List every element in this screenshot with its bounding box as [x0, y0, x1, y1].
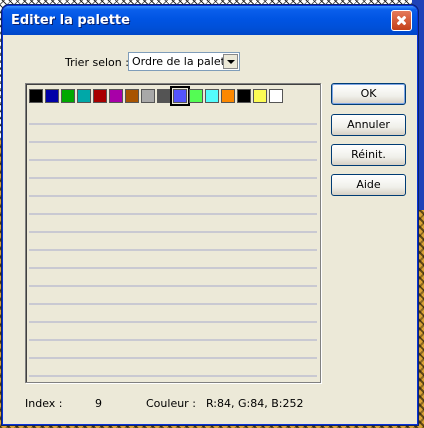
help-button[interactable]: Aide [331, 174, 406, 196]
palette-swatch[interactable] [45, 89, 59, 103]
palette-swatch[interactable] [93, 89, 107, 103]
palette-swatch[interactable] [29, 89, 43, 103]
palette-swatch[interactable] [61, 89, 75, 103]
close-button[interactable] [391, 10, 412, 31]
cancel-button[interactable]: Annuler [331, 114, 406, 136]
palette-swatch[interactable] [170, 86, 190, 106]
ok-button[interactable]: OK [331, 83, 406, 105]
dialog-title: Editer la palette [11, 13, 130, 28]
palette-swatch[interactable] [77, 89, 91, 103]
chevron-down-icon[interactable] [223, 54, 238, 69]
palette-swatch[interactable] [189, 89, 203, 103]
palette-swatch[interactable] [237, 89, 251, 103]
palette-swatch[interactable] [205, 89, 219, 103]
title-bar[interactable]: Editer la palette [3, 6, 417, 35]
palette-swatch-row [29, 86, 283, 106]
palette-swatch[interactable] [125, 89, 139, 103]
sort-label: Trier selon : [65, 56, 129, 69]
reset-button[interactable]: Réinit. [331, 144, 406, 166]
color-value: R:84, G:84, B:252 [206, 397, 304, 410]
palette-swatch[interactable] [253, 89, 267, 103]
palette-empty-rows [29, 107, 317, 377]
index-value: 9 [95, 397, 102, 410]
color-label: Couleur : [146, 397, 196, 410]
palette-swatch[interactable] [157, 89, 171, 103]
palette-swatch[interactable] [221, 89, 235, 103]
palette-grid[interactable] [25, 83, 321, 383]
edit-palette-dialog: Editer la palette Trier selon : Ordre de… [2, 5, 418, 425]
sort-dropdown[interactable]: Ordre de la palette [128, 52, 240, 71]
sort-dropdown-value: Ordre de la palette [132, 55, 236, 68]
index-label: Index : [25, 397, 63, 410]
palette-swatch[interactable] [109, 89, 123, 103]
palette-swatch[interactable] [269, 89, 283, 103]
palette-swatch[interactable] [141, 89, 155, 103]
